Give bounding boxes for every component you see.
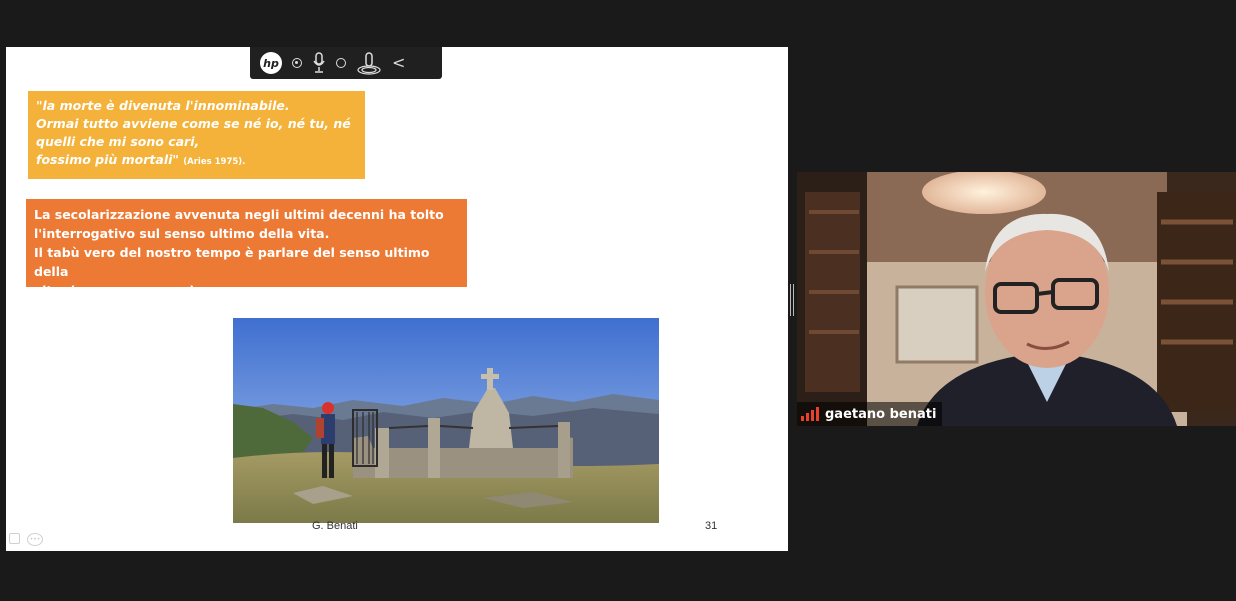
info-line: La secolarizzazione avvenuta negli ultim… <box>34 207 444 222</box>
panel-splitter-handle[interactable] <box>790 284 795 316</box>
quote-line: fossimo più mortali" (Aries 1975). <box>36 151 357 171</box>
citation-paren: ) <box>189 283 196 298</box>
participant-name-tag: gaetano benati <box>797 402 943 426</box>
circle-icon[interactable] <box>336 58 346 68</box>
info-line: vita (Costantino Cipolla 2011) <box>34 281 459 303</box>
slide-more-icon[interactable]: ••• <box>27 533 43 546</box>
quote-citation: (Aries 1975). <box>183 157 246 167</box>
info-line: Il tabù vero del nostro tempo è parlare … <box>34 245 430 279</box>
hp-logo-icon[interactable]: hp <box>260 52 282 74</box>
info-citation: Costantino Cipolla 2011 <box>75 288 190 298</box>
slide-author: G. Benati <box>312 520 358 532</box>
photo-illustration <box>233 318 659 523</box>
info-box: La secolarizzazione avvenuta negli ultim… <box>26 199 467 298</box>
quote-line: Ormai tutto avviene come se né io, né tu… <box>36 116 351 131</box>
mountain-memorial-photo <box>233 318 659 523</box>
slide-page-number: 31 <box>705 520 718 532</box>
annotation-toolbar: hp < <box>250 47 442 79</box>
participant-video-tile: gaetano benati <box>797 172 1236 426</box>
info-line: l'interrogativo sul senso ultimo della v… <box>34 226 330 241</box>
quote-line: "la morte è divenuta l'innominabile. <box>36 98 290 113</box>
participant-video <box>797 172 1236 426</box>
collapse-arrow-icon[interactable]: < <box>392 55 405 71</box>
quote-line: quelli che mi sono cari, <box>36 134 200 149</box>
signal-strength-icon <box>801 407 819 421</box>
quote-box: "la morte è divenuta l'innominabile. Orm… <box>28 91 365 179</box>
participant-name: gaetano benati <box>825 406 937 422</box>
info-line-text: vita <box>34 283 61 298</box>
microphone-icon[interactable] <box>312 52 326 74</box>
record-dot-icon[interactable] <box>292 58 302 68</box>
quote-line-text: fossimo più mortali" <box>36 152 179 167</box>
slide-view-icon[interactable] <box>9 533 20 544</box>
shared-screen: hp < "la morte è divenuta l'innominabile… <box>6 47 788 551</box>
pen-icon[interactable] <box>356 51 382 75</box>
